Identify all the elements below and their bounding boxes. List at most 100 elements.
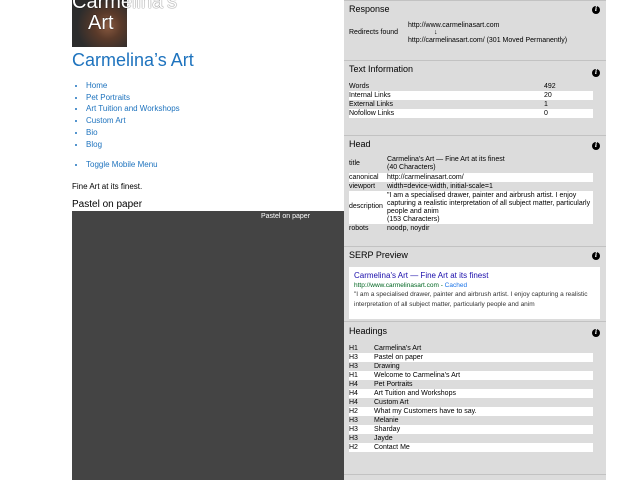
table-row: H2 Contact Me [349,443,593,452]
redirects-label: Redirects found [349,29,399,36]
headings-section: Headings i H1 Carmelina's Art H3 Pastel on… [344,321,606,472]
table-row: Internal Links 20 [349,91,593,100]
redirect-from-url[interactable]: http://www.carmelinasart.com [408,22,499,30]
table-row: H3 Pastel on paper [349,353,593,362]
row-label: Words [349,83,370,90]
headings-title: Headings [349,326,388,336]
redirect-arrow-icon: ↓ [434,29,438,36]
gallery-caption: Pastel on paper [261,213,311,220]
heading-text: Carmelina's Art [374,345,422,352]
info-icon[interactable]: i [592,69,600,77]
serp-title: SERP Preview [349,250,408,260]
heading-text: Custom Art [374,399,409,406]
heading-level: H3 [349,426,358,433]
canonical-row: canonical http://carmelinasart.com/ [349,173,593,182]
head-title: Head [349,139,371,149]
nav-item-blog[interactable]: Blog [86,139,180,151]
heading-level: H1 [349,372,358,379]
row-label: Internal Links [349,92,391,99]
response-section: Response i Redirects found http://www.ca… [344,0,606,57]
robots-value: noodp, noydir [387,225,430,232]
heading-text: Art Tuition and Workshops [374,390,456,397]
robots-row: robots noodp, noydir [349,225,593,234]
heading-level: H4 [349,390,358,397]
row-value: 20 [544,92,552,99]
nav-item-home[interactable]: Home [86,80,180,92]
heading-text: Pastel on paper [374,354,424,361]
serp-section: SERP Preview i Carmelina's Art — Fine Ar… [344,246,606,319]
serp-result-url: http://www.carmelinasart.com - Cached [354,282,468,289]
serp-preview-card: Carmelina's Art — Fine Art at its finest… [349,267,600,319]
logo-text: Carmelina's Art [72,0,182,34]
gallery-slideshow[interactable]: Pastel on paper [72,211,344,480]
heading-level: H3 [349,417,358,424]
nav-item-bio[interactable]: Bio [86,127,180,139]
info-icon[interactable]: i [592,6,600,14]
row-value: 1 [544,101,548,108]
head-section: Head i title Carmelina's Art — Fine Art … [344,135,606,240]
table-row: H3 Drawing [349,362,593,371]
site-tagline: Fine Art at its finest. [72,182,143,191]
row-value: 0 [544,110,548,117]
heading-level: H4 [349,399,358,406]
heading-level: H1 [349,345,358,352]
description-value: "I am a specialised drawer, painter and … [387,192,591,215]
table-row: H3 Jayde [349,434,593,443]
head-title-value: Carmelina's Art — Fine Art at its finest [387,156,505,163]
heading-level: H3 [349,354,358,361]
heading-text: Jayde [374,435,393,442]
serp-cached-link[interactable]: Cached [445,282,467,289]
head-title-chars: (40 Characters) [387,164,436,171]
heading-text: Drawing [374,363,400,370]
nav-item-pet-portraits[interactable]: Pet Portraits [86,92,180,104]
table-row: H1 Welcome to Carmelina's Art [349,371,593,380]
row-label: Nofollow Links [349,110,395,117]
site-title[interactable]: Carmelina’s Art [72,50,194,71]
heading-text: Sharday [374,426,401,433]
next-section-edge [344,474,606,480]
table-row: H4 Pet Portraits [349,380,593,389]
heading-level: H2 [349,408,358,415]
canonical-value[interactable]: http://carmelinasart.com/ [387,174,464,182]
nav-item-art-tuition[interactable]: Art Tuition and Workshops [86,103,180,115]
website-preview: Carmelina's Art Carmelina’s Art Home Pet… [0,0,344,480]
heading-level: H4 [349,381,358,388]
table-row: H1 Carmelina's Art [349,344,593,353]
info-icon[interactable]: i [592,142,600,150]
heading-text: Melanie [374,417,399,424]
row-label: External Links [349,101,393,108]
gallery-heading: Pastel on paper [72,199,143,210]
text-info-title: Text Information [349,64,414,74]
description-label: description [349,203,383,210]
head-title-label: title [349,160,360,167]
serp-result-title[interactable]: Carmelina's Art — Fine Art at its finest [354,271,488,280]
canonical-label: canonical [349,174,379,181]
heading-level: H3 [349,363,358,370]
table-row: H3 Sharday [349,425,593,434]
viewport-row: viewport width=device-width, initial-sca… [349,182,593,191]
table-row: H4 Custom Art [349,398,593,407]
description-chars: (153 Characters) [387,216,440,223]
main-nav: Home Pet Portraits Art Tuition and Works… [72,80,180,150]
table-row: Nofollow Links 0 [349,109,593,118]
viewport-label: viewport [349,183,376,190]
table-row: H4 Art Tuition and Workshops [349,389,593,398]
row-value: 492 [544,83,556,90]
table-row: H2 What my Customers have to say. [349,407,593,416]
serp-result-description: "I am a specialised drawer, painter and … [354,291,588,308]
toggle-mobile-menu-link[interactable]: Toggle Mobile Menu [86,160,158,169]
response-title: Response [349,4,390,14]
robots-label: robots [349,225,369,232]
serp-url-text: http://www.carmelinasart.com [354,282,439,289]
table-row: H3 Melanie [349,416,593,425]
mobile-nav: Toggle Mobile Menu [72,160,158,169]
heading-level: H3 [349,435,358,442]
page-scroll-area[interactable] [606,0,640,480]
text-info-section: Text Information i Words 492 Internal Li… [344,60,606,131]
info-icon[interactable]: i [592,252,600,260]
info-icon[interactable]: i [592,329,600,337]
redirect-to-url[interactable]: http://carmelinasart.com/ (301 Moved Per… [408,37,567,45]
heading-text: What my Customers have to say. [374,408,477,415]
description-row: description "I am a specialised drawer, … [349,191,593,224]
nav-item-custom-art[interactable]: Custom Art [86,115,180,127]
